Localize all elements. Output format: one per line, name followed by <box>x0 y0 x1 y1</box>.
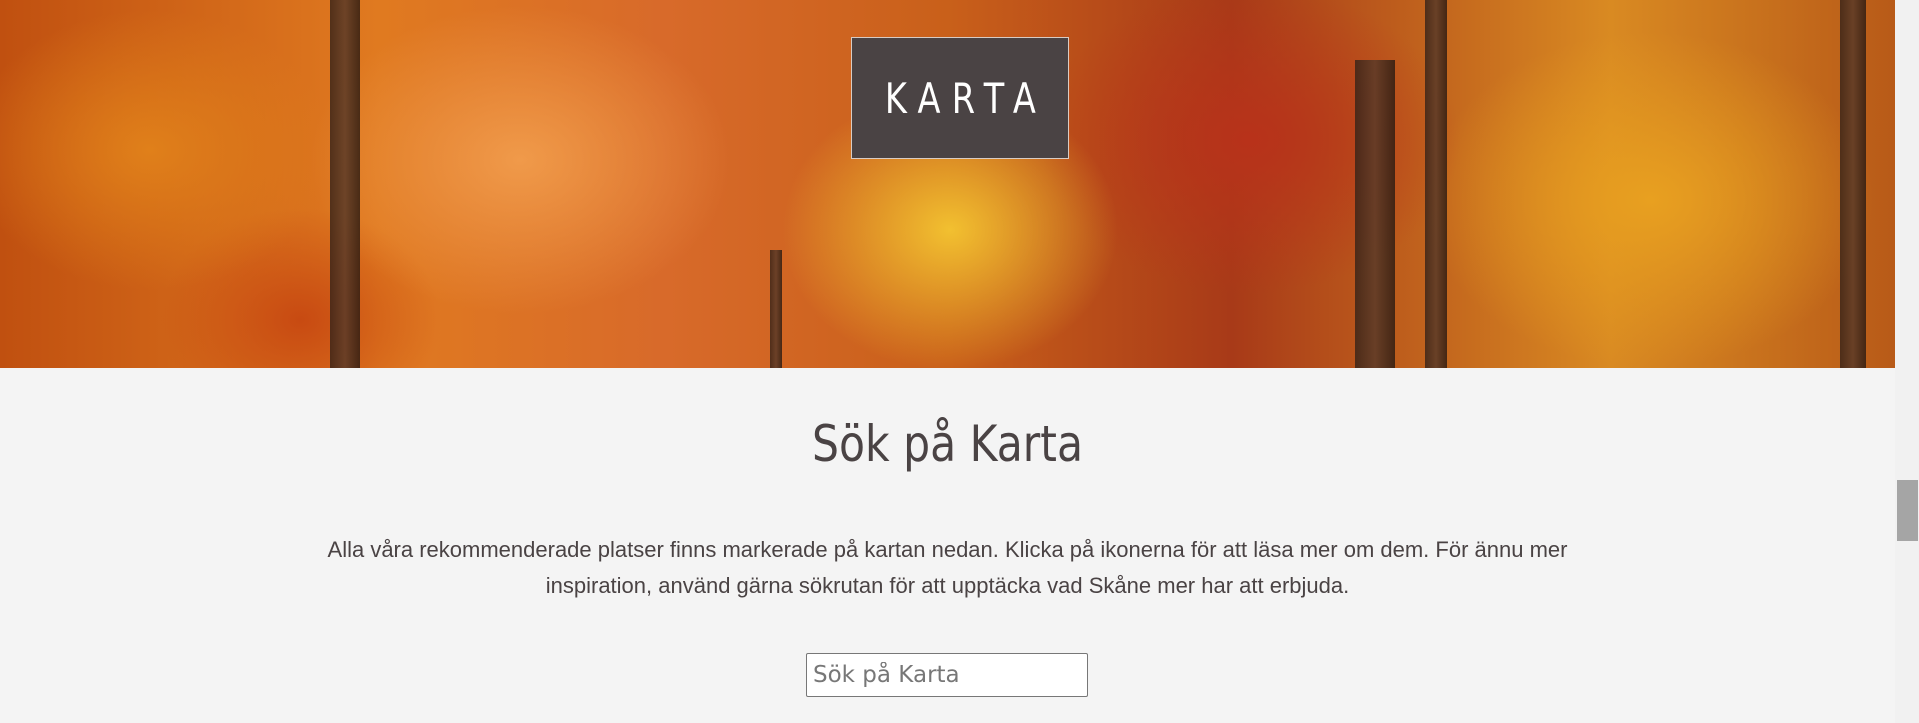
tree-trunk <box>1355 60 1395 368</box>
section-heading: Sök på Karta <box>812 415 1083 473</box>
tree-trunk <box>770 250 782 368</box>
tree-trunk <box>330 0 360 368</box>
scrollbar-thumb[interactable] <box>1897 480 1918 541</box>
page-title: KARTA <box>884 73 1047 123</box>
scrollbar[interactable] <box>1895 0 1919 723</box>
hero-banner-forest-image: KARTA <box>0 0 1895 368</box>
intro-text: Alla våra rekommenderade platser finns m… <box>327 537 1568 598</box>
tree-trunk <box>1840 0 1866 368</box>
page-title-box: KARTA <box>851 37 1069 159</box>
tree-trunk <box>1425 0 1447 368</box>
map-search-input[interactable] <box>806 653 1088 697</box>
